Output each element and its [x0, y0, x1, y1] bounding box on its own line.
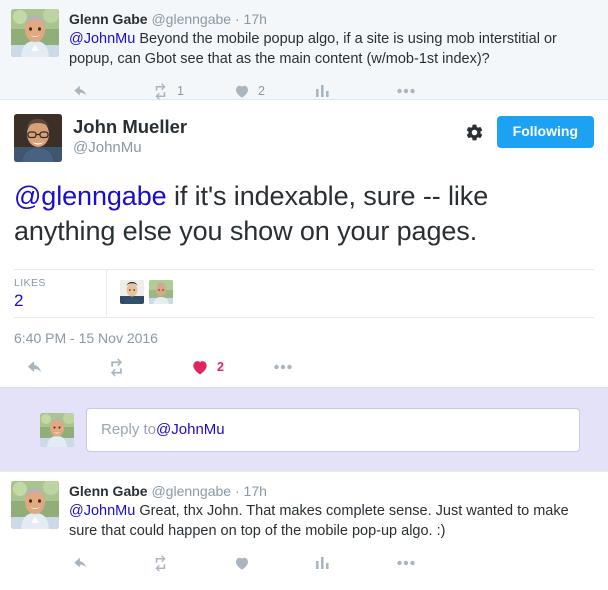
tweet-main-names: John Mueller @JohnMu [73, 114, 465, 158]
more-button-main[interactable] [274, 364, 358, 370]
tweet-top-timestamp[interactable]: 17h [244, 11, 267, 27]
tweet-top-fullname[interactable]: Glenn Gabe [69, 11, 148, 27]
tweet-top-mention[interactable]: @JohnMu [69, 31, 135, 47]
avatar-current-user[interactable] [40, 412, 74, 447]
analytics-icon [315, 83, 331, 99]
reply-icon [69, 82, 87, 100]
like-count-main: 2 [217, 360, 224, 374]
tweet-top-handle[interactable]: @glenngabe [151, 11, 231, 27]
reply-icon [22, 357, 42, 377]
tweet-main: John Mueller @JohnMu Following @glenngab… [0, 100, 608, 387]
reply-button-top[interactable] [69, 82, 151, 100]
ellipsis-icon [397, 560, 415, 566]
avatar-glenn-gabe-top[interactable] [11, 9, 59, 57]
reply-button-main[interactable] [22, 357, 106, 377]
tweet-main-handle[interactable]: @JohnMu [73, 138, 465, 158]
liker-avatar-2[interactable] [149, 280, 173, 304]
tweet-bottom-text-body: Great, thx John. That makes complete sen… [69, 503, 569, 539]
reply-button-bottom[interactable] [69, 554, 151, 572]
tweet-bottom-text: @JohnMu Great, thx John. That makes comp… [69, 501, 597, 541]
reply-placeholder-handle: @JohnMu [156, 421, 225, 438]
tweet-main-mention[interactable]: @glenngabe [14, 181, 167, 211]
avatar-john-mueller[interactable] [14, 114, 62, 162]
more-button-bottom[interactable] [397, 560, 479, 566]
tweet-main-text: @glenngabe if it's indexable, sure -- li… [14, 179, 594, 249]
like-button-bottom[interactable] [233, 554, 315, 572]
likes-strip: LIKES 2 [14, 269, 594, 317]
like-count-top: 2 [258, 84, 265, 98]
retweet-icon [151, 82, 170, 101]
tweet-main-timestamp[interactable]: 6:40 PM - 15 Nov 2016 [14, 317, 594, 347]
retweet-icon [106, 357, 127, 378]
heart-icon [233, 82, 251, 100]
tweet-bottom-fullname[interactable]: Glenn Gabe [69, 483, 148, 499]
avatar-glenn-gabe-bottom[interactable] [11, 481, 59, 529]
retweet-count-top: 1 [177, 84, 184, 98]
retweet-button-bottom[interactable] [151, 554, 233, 573]
likes-label: LIKES [14, 277, 46, 289]
ellipsis-icon [397, 88, 415, 94]
tweet-bottom-header: Glenn Gabe @glenngabe · 17h [69, 482, 597, 500]
tweet-bottom-body: Glenn Gabe @glenngabe · 17h @JohnMu Grea… [69, 481, 597, 572]
analytics-button-bottom[interactable] [315, 555, 397, 571]
tweet-top-header: Glenn Gabe @glenngabe · 17h [69, 10, 597, 28]
heart-icon-filled [190, 357, 210, 377]
likes-meta[interactable]: LIKES 2 [14, 270, 106, 317]
tweet-main-fullname[interactable]: John Mueller [73, 115, 465, 138]
heart-icon [233, 554, 251, 572]
retweet-button-top[interactable]: 1 [151, 82, 233, 101]
reply-icon [69, 554, 87, 572]
tweet-main-header: John Mueller @JohnMu Following [14, 114, 594, 162]
analytics-icon [315, 555, 331, 571]
reply-composer[interactable]: Reply to @JohnMu [0, 387, 608, 471]
following-button[interactable]: Following [496, 116, 594, 148]
likes-avatars [106, 270, 594, 317]
analytics-button-top[interactable] [315, 83, 397, 99]
tweet-top-actions: 1 2 [69, 78, 597, 104]
tweet-bottom-actions [69, 550, 597, 576]
reply-input[interactable]: Reply to @JohnMu [86, 407, 580, 452]
more-button-top[interactable] [397, 88, 479, 94]
tweet-bottom-timestamp[interactable]: 17h [244, 483, 267, 499]
retweet-icon [151, 554, 170, 573]
tweet-top-body: Glenn Gabe @glenngabe · 17h @JohnMu Beyo… [69, 9, 597, 100]
tweet-bottom-handle[interactable]: @glenngabe [151, 483, 231, 499]
gear-icon[interactable] [465, 123, 484, 142]
tweet-main-header-actions: Following [465, 114, 594, 148]
like-button-top[interactable]: 2 [233, 82, 315, 100]
tweet-top-text-body: Beyond the mobile popup algo, if a site … [69, 31, 557, 67]
ellipsis-icon [274, 364, 292, 370]
tweet-bottom-mention[interactable]: @JohnMu [69, 503, 135, 519]
likes-count[interactable]: 2 [14, 290, 106, 311]
tweet-main-actions: 2 [14, 347, 594, 387]
tweet-top-text: @JohnMu Beyond the mobile popup algo, if… [69, 29, 597, 69]
tweet-bottom-separator: · [234, 483, 240, 499]
tweet-bottom[interactable]: Glenn Gabe @glenngabe · 17h @JohnMu Grea… [0, 471, 608, 572]
retweet-button-main[interactable] [106, 357, 190, 378]
reply-placeholder-prefix: Reply to [101, 421, 157, 438]
liker-avatar-1[interactable] [120, 280, 144, 304]
like-button-main[interactable]: 2 [190, 357, 274, 377]
tweet-top-separator: · [234, 11, 240, 27]
tweet-top[interactable]: Glenn Gabe @glenngabe · 17h @JohnMu Beyo… [0, 0, 608, 100]
